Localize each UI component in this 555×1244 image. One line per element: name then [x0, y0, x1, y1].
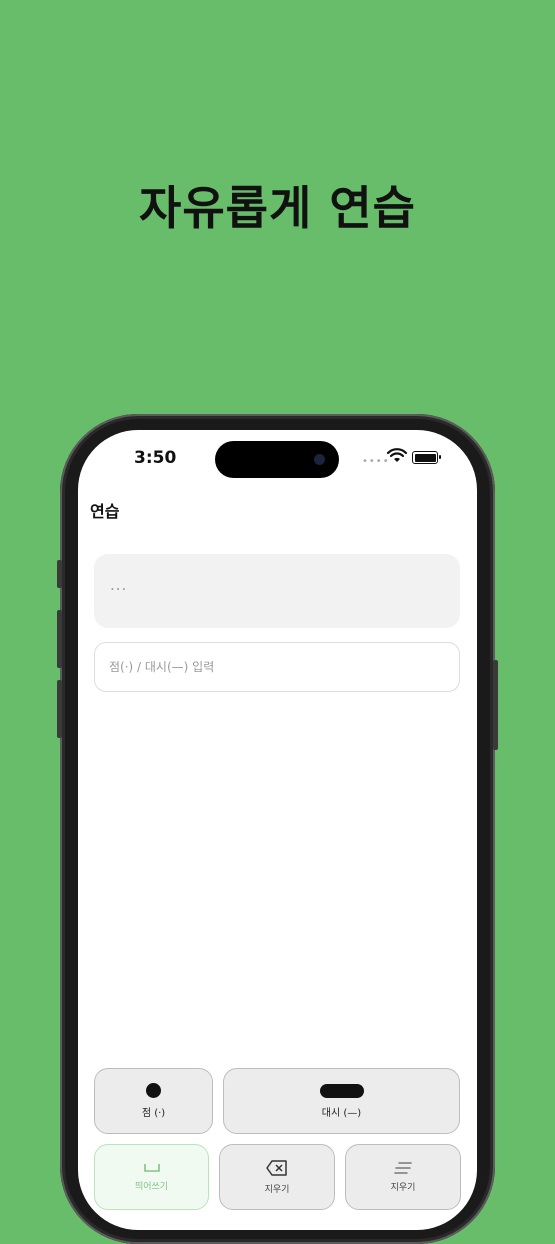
side-button — [493, 660, 498, 750]
dash-key-label: 대시 (—) — [321, 1107, 362, 1119]
dash-key[interactable]: 대시 (—) — [223, 1068, 460, 1134]
backspace-key[interactable]: 지우기 — [219, 1144, 335, 1210]
backspace-key-label: 지우기 — [264, 1184, 290, 1195]
backspace-icon — [266, 1159, 287, 1176]
space-key[interactable]: 띄어쓰기 — [94, 1144, 209, 1210]
clear-key-label: 지우기 — [390, 1182, 416, 1193]
morse-output-text: ... — [110, 576, 128, 594]
side-button — [57, 610, 62, 668]
nav-title: 연습 — [90, 502, 120, 521]
morse-input-field[interactable] — [94, 642, 460, 692]
dot-key[interactable]: 점 (·) — [94, 1068, 213, 1134]
dynamic-island — [215, 441, 339, 478]
dot-key-label: 점 (·) — [141, 1108, 166, 1119]
space-key-label: 띄어쓰기 — [134, 1181, 169, 1192]
side-button — [57, 680, 62, 738]
hero-title: 자유롭게 연습 — [139, 181, 416, 235]
signal-icon: •••• — [362, 456, 390, 467]
dash-icon — [319, 1083, 364, 1098]
wifi-icon — [387, 448, 407, 462]
space-icon — [143, 1163, 160, 1172]
morse-output-box: ... — [94, 554, 460, 628]
camera-icon — [314, 454, 325, 465]
status-time: 3:50 — [134, 448, 177, 468]
clear-lines-icon — [394, 1161, 412, 1174]
side-button — [57, 560, 62, 588]
battery-icon — [412, 451, 441, 464]
dot-icon — [146, 1083, 161, 1098]
clear-key[interactable]: 지우기 — [345, 1144, 461, 1210]
phone-screen: 3:50 •••• 연습 ... 점 (·) 대시 (—) 띄어쓰기 지우기 — [78, 430, 477, 1230]
